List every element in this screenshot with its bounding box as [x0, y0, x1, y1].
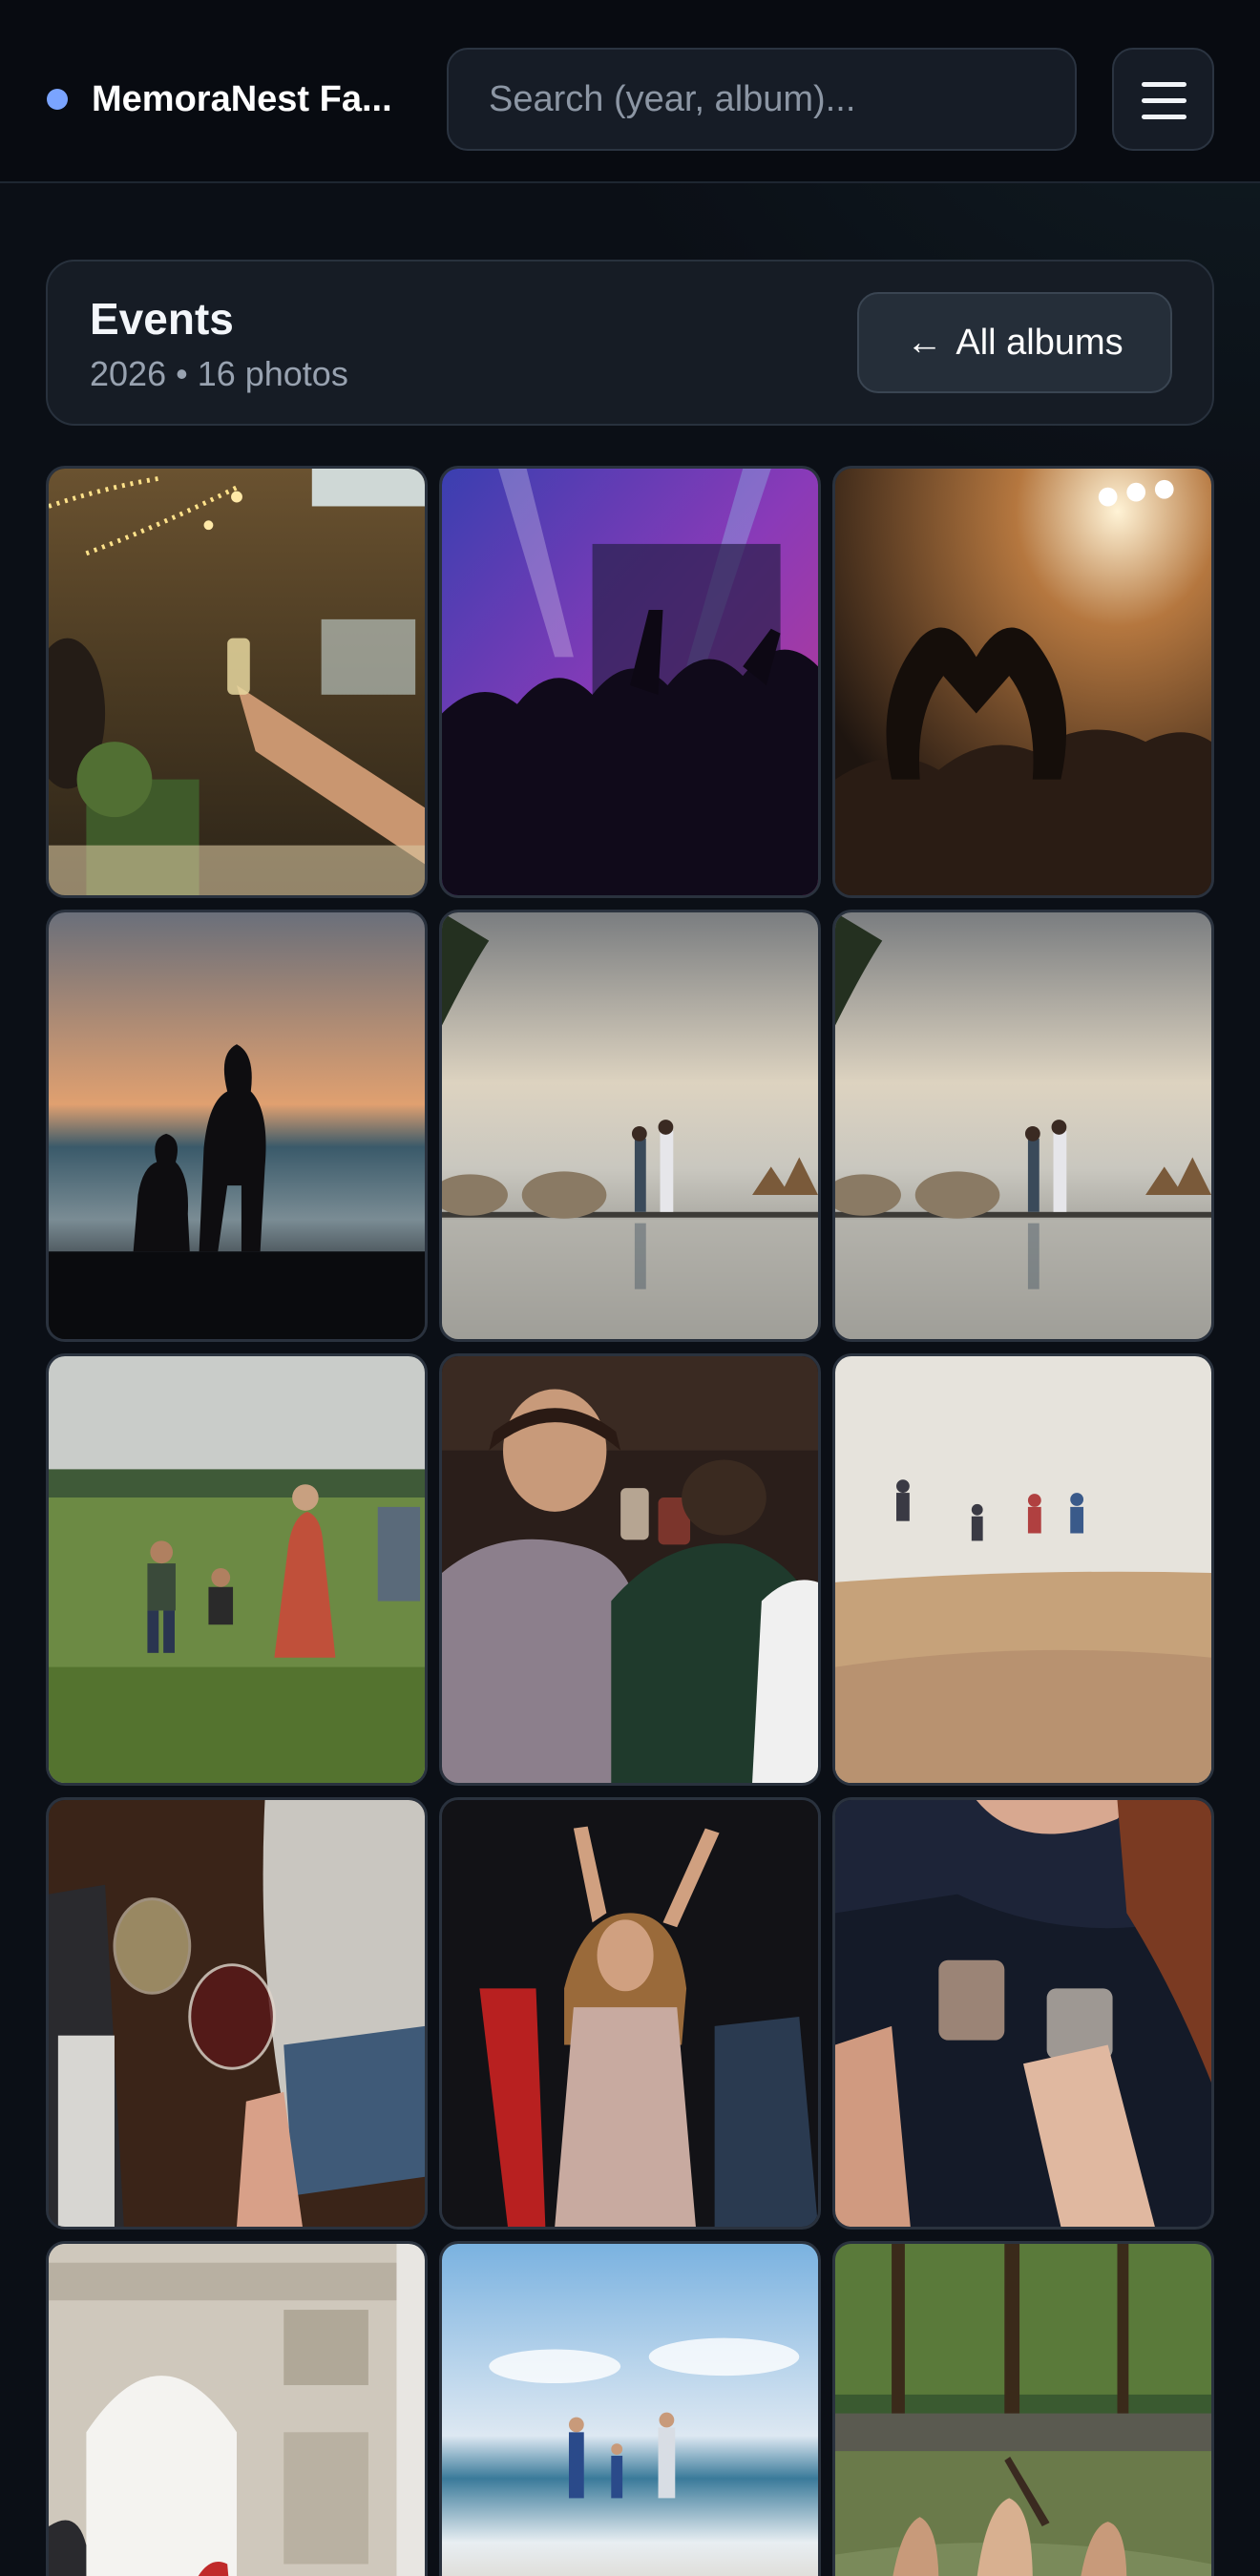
album-meta: 2026 • 16 photos: [90, 354, 348, 393]
photo-tile-party-cheers[interactable]: [439, 1353, 821, 1786]
top-bar: MemoraNest Fa...: [0, 0, 1260, 183]
photo-family-meadow: [49, 1356, 425, 1783]
search-input[interactable]: [449, 50, 1075, 149]
photo-concert-heart-hands: [835, 469, 1211, 895]
photo-wine-glasses: [49, 1800, 425, 2227]
search-box[interactable]: [447, 48, 1077, 151]
brand-dot-icon: [47, 89, 68, 110]
photo-forest-paddleboard: [835, 2244, 1211, 2576]
photo-tile-wine-glasses[interactable]: [46, 1797, 428, 2230]
photo-tile-beach-family[interactable]: [439, 2241, 821, 2576]
photo-arc-de-triomphe: [49, 2244, 425, 2576]
photo-sunset-silhouette: [49, 912, 425, 1339]
photo-tile-concert-heart-hands[interactable]: [832, 466, 1214, 898]
menu-button[interactable]: [1112, 48, 1214, 151]
arrow-left-icon: ←: [906, 323, 943, 363]
photo-party-cheers: [442, 1356, 818, 1783]
photo-desert-jump: [835, 1356, 1211, 1783]
photo-concert-crowd: [442, 469, 818, 895]
photo-drinks-closeup: [835, 1800, 1211, 2227]
photo-tile-resort-pier-1[interactable]: [439, 910, 821, 1342]
album-header-card: Events 2026 • 16 photos ← All albums: [46, 260, 1214, 426]
photo-tile-resort-pier-2[interactable]: [832, 910, 1214, 1342]
photo-tile-drinks-closeup[interactable]: [832, 1797, 1214, 2230]
photo-tile-arc-de-triomphe[interactable]: [46, 2241, 428, 2576]
album-title: Events: [90, 294, 234, 344]
photo-tile-desert-jump[interactable]: [832, 1353, 1214, 1786]
photo-beach-family: [442, 2244, 818, 2576]
photo-tile-party-dancing[interactable]: [439, 1797, 821, 2230]
app-page: MemoraNest Fa... Events 2026 • 16 photos…: [0, 0, 1260, 2576]
photo-resort-pier-2: [835, 912, 1211, 1339]
all-albums-button[interactable]: ← All albums: [857, 292, 1172, 393]
photo-tile-forest-paddleboard[interactable]: [832, 2241, 1214, 2576]
all-albums-label: All albums: [956, 322, 1124, 363]
photo-party-dancing: [442, 1800, 818, 2227]
brand-name[interactable]: MemoraNest Fa...: [92, 76, 416, 122]
photo-wedding-toast: [49, 469, 425, 895]
photo-grid: [46, 466, 1214, 2576]
photo-tile-wedding-toast[interactable]: [46, 466, 428, 898]
photo-tile-concert-crowd[interactable]: [439, 466, 821, 898]
photo-resort-pier-1: [442, 912, 818, 1339]
photo-tile-sunset-silhouette[interactable]: [46, 910, 428, 1342]
photo-tile-family-meadow[interactable]: [46, 1353, 428, 1786]
